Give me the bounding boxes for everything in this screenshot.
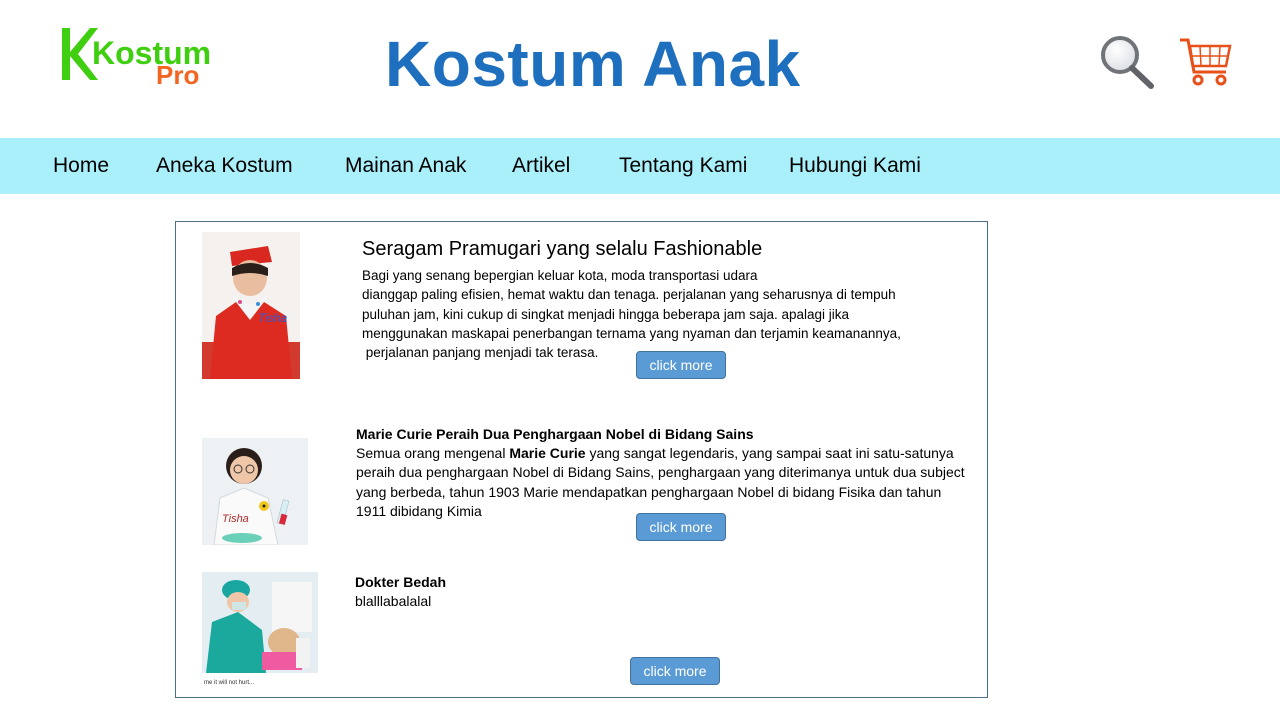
click-more-button[interactable]: click more xyxy=(630,657,720,685)
article-body: blalllabalalal xyxy=(355,593,432,609)
article-title[interactable]: Dokter Bedah xyxy=(355,574,446,590)
logo-text-bottom: Pro xyxy=(156,60,199,88)
article-image-stewardess[interactable]: Tisha xyxy=(202,232,300,379)
nav-item-hubungi-kami[interactable]: Hubungi Kami xyxy=(789,138,921,194)
article-image-scientist[interactable]: Tisha xyxy=(202,438,308,545)
article-title[interactable]: Marie Curie Peraih Dua Penghargaan Nobel… xyxy=(356,426,754,442)
click-more-button[interactable]: click more xyxy=(636,513,726,541)
article-body: Semua orang mengenal Marie Curie yang sa… xyxy=(356,445,965,519)
article-image-surgeon[interactable]: me it will not hurt... xyxy=(202,572,318,687)
page-title: Kostum Anak xyxy=(385,28,801,100)
nav-item-artikel[interactable]: Artikel xyxy=(512,138,570,194)
article-image-caption: Tisha xyxy=(222,513,249,525)
nav-item-home[interactable]: Home xyxy=(53,138,109,194)
nav-item-aneka-kostum[interactable]: Aneka Kostum xyxy=(156,138,293,194)
article-list: Tisha Seragam Pramugari yang selalu Fash… xyxy=(175,221,988,698)
nav-item-tentang-kami[interactable]: Tentang Kami xyxy=(619,138,747,194)
site-logo[interactable]: Kostum Pro xyxy=(60,26,216,90)
article-body: Bagi yang senang bepergian keluar kota, … xyxy=(362,268,901,361)
article-image-caption: Tisha xyxy=(258,311,288,325)
article-image-caption: me it will not hurt... xyxy=(204,680,254,686)
nav-item-mainan-anak[interactable]: Mainan Anak xyxy=(345,138,466,194)
article-title[interactable]: Seragam Pramugari yang selalu Fashionabl… xyxy=(362,238,762,261)
cart-icon[interactable] xyxy=(1178,34,1234,90)
click-more-button[interactable]: click more xyxy=(636,351,726,379)
main-nav: Home Aneka Kostum Mainan Anak Artikel Te… xyxy=(0,138,1280,194)
search-icon[interactable] xyxy=(1098,34,1156,92)
